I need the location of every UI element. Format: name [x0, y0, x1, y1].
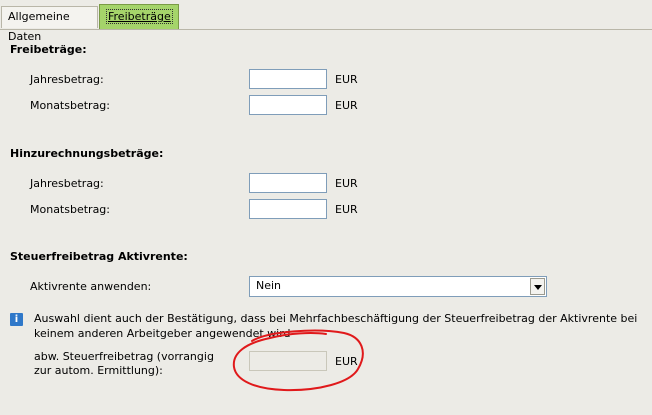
- abw-steuerfreibetrag-unit: EUR: [335, 355, 358, 368]
- tab-bar: Allgemeine Daten Freibeträge: [0, 0, 652, 43]
- freibetraege-jahresbetrag-label: Jahresbetrag:: [30, 73, 104, 86]
- hinzurechnung-monatsbetrag-unit: EUR: [335, 203, 358, 216]
- tab-freibetraege[interactable]: Freibeträge: [99, 4, 179, 29]
- aktivrente-anwenden-label: Aktivrente anwenden:: [30, 280, 152, 293]
- aktivrente-info-text: Auswahl dient auch der Bestätigung, dass…: [34, 312, 638, 340]
- aktivrente-anwenden-select[interactable]: Nein: [249, 276, 547, 297]
- hinzurechnung-jahresbetrag-unit: EUR: [335, 177, 358, 190]
- info-icon: i: [10, 313, 23, 326]
- aktivrente-anwenden-value: Nein: [256, 279, 282, 292]
- section-title-aktivrente: Steuerfreibetrag Aktivrente:: [10, 250, 188, 263]
- abw-steuerfreibetrag-input: [249, 351, 327, 371]
- tab-divider: [0, 29, 652, 30]
- chevron-down-icon[interactable]: [530, 278, 545, 295]
- tab-allgemeine-daten[interactable]: Allgemeine Daten: [1, 6, 98, 43]
- freibetraege-jahresbetrag-unit: EUR: [335, 73, 358, 86]
- hinzurechnung-jahresbetrag-label: Jahresbetrag:: [30, 177, 104, 190]
- freibetraege-monatsbetrag-unit: EUR: [335, 99, 358, 112]
- tab-freibetraege-label: Freibeträge: [106, 9, 173, 24]
- section-title-freibetraege: Freibeträge:: [10, 43, 87, 56]
- freibetraege-monatsbetrag-input[interactable]: [249, 95, 327, 115]
- section-title-hinzurechnung: Hinzurechnungsbeträge:: [10, 147, 164, 160]
- abw-steuerfreibetrag-label: abw. Steuerfreibetrag (vorrangig zur aut…: [34, 350, 214, 377]
- freibetraege-jahresbetrag-input[interactable]: [249, 69, 327, 89]
- hinzurechnung-monatsbetrag-label: Monatsbetrag:: [30, 203, 110, 216]
- hinzurechnung-monatsbetrag-input[interactable]: [249, 199, 327, 219]
- freibetraege-monatsbetrag-label: Monatsbetrag:: [30, 99, 110, 112]
- hinzurechnung-jahresbetrag-input[interactable]: [249, 173, 327, 193]
